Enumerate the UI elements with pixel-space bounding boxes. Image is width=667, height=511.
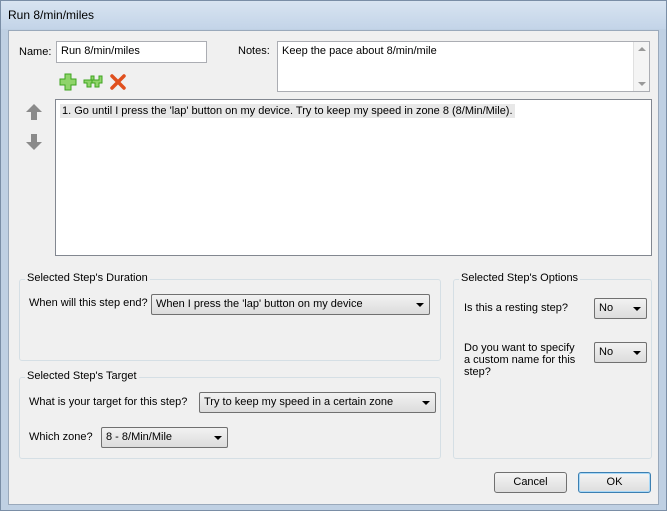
target-question: What is your target for this step? (29, 396, 188, 408)
name-input[interactable]: Run 8/min/miles (56, 41, 207, 63)
target-group: Selected Step's Target What is your targ… (19, 370, 441, 459)
delete-step-button[interactable] (108, 72, 128, 92)
duration-selected-value: When I press the 'lap' button on my devi… (156, 298, 363, 310)
chevron-down-icon (633, 351, 641, 355)
target-legend: Selected Step's Target (25, 370, 139, 382)
zone-selected-value: 8 - 8/Min/Mile (106, 431, 173, 443)
ok-button[interactable]: OK (578, 472, 651, 493)
arrow-up-icon (26, 104, 42, 120)
custom-name-select[interactable]: No (594, 342, 647, 363)
custom-name-selected-value: No (599, 346, 614, 358)
dialog-window: Run 8/min/miles Name: Run 8/min/miles No… (0, 0, 667, 511)
duration-group: Selected Step's Duration When will this … (19, 272, 441, 361)
duration-legend: Selected Step's Duration (25, 272, 150, 284)
custom-name-question: Do you want to specify a custom name for… (464, 342, 576, 378)
move-step-down-button[interactable] (24, 132, 44, 152)
scroll-down-arrow-icon[interactable] (638, 82, 646, 86)
title-bar[interactable]: Run 8/min/miles (1, 1, 666, 29)
chevron-down-icon (214, 436, 222, 440)
zone-select[interactable]: 8 - 8/Min/Mile (101, 427, 228, 448)
delete-x-icon (110, 74, 126, 90)
notes-scrollbar[interactable] (633, 42, 649, 91)
notes-label: Notes: (238, 45, 270, 57)
scroll-up-arrow-icon[interactable] (638, 47, 646, 51)
name-label: Name: (19, 46, 52, 58)
options-group: Selected Step's Options Is this a restin… (453, 272, 652, 459)
arrow-down-icon (26, 134, 42, 150)
add-step-button[interactable] (58, 72, 78, 92)
add-repeat-button[interactable] (83, 72, 103, 92)
notes-textarea[interactable]: Keep the pace about 8/min/mile (277, 41, 650, 92)
zone-label: Which zone? (29, 431, 93, 443)
resting-question: Is this a resting step? (464, 302, 568, 314)
target-select[interactable]: Try to keep my speed in a certain zone (199, 392, 436, 413)
notes-text: Keep the pace about 8/min/mile (282, 45, 437, 57)
window-title: Run 8/min/miles (8, 8, 95, 22)
dialog-body: Name: Run 8/min/miles Notes: Keep the pa… (8, 30, 659, 505)
chevron-down-icon (416, 303, 424, 307)
resting-select[interactable]: No (594, 298, 647, 319)
chevron-down-icon (633, 307, 641, 311)
add-repeat-icon (83, 75, 103, 88)
cancel-button[interactable]: Cancel (494, 472, 567, 493)
steps-list[interactable]: 1. Go until I press the 'lap' button on … (55, 99, 652, 256)
plus-icon (59, 73, 77, 91)
options-legend: Selected Step's Options (459, 272, 581, 284)
chevron-down-icon (422, 401, 430, 405)
resting-selected-value: No (599, 302, 614, 314)
duration-question: When will this step end? (29, 297, 148, 309)
target-selected-value: Try to keep my speed in a certain zone (204, 396, 394, 408)
move-step-up-button[interactable] (24, 102, 44, 122)
list-item[interactable]: 1. Go until I press the 'lap' button on … (60, 104, 515, 118)
duration-select[interactable]: When I press the 'lap' button on my devi… (151, 294, 430, 315)
